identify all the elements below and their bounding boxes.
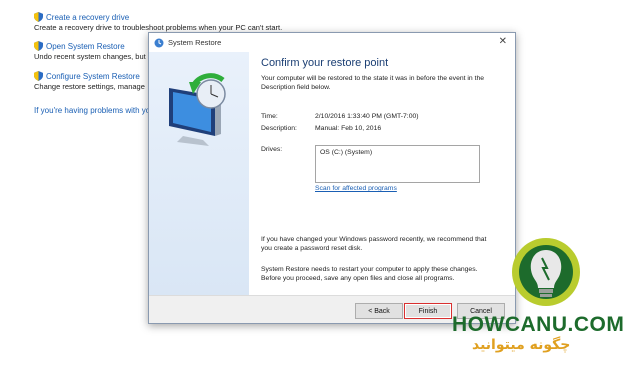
- open-system-restore-item: Open System Restore Undo recent system c…: [34, 41, 146, 61]
- close-icon[interactable]: ✕: [499, 36, 507, 47]
- howcanu-tagline: چگونه میتوانید: [472, 337, 571, 353]
- open-system-restore-link[interactable]: Open System Restore: [46, 42, 125, 51]
- system-restore-dialog: System Restore ✕ Confirm your restore po…: [148, 32, 516, 324]
- configure-system-restore-item: Configure System Restore Change restore …: [34, 71, 145, 91]
- drive-item[interactable]: OS (C:) (System): [320, 149, 372, 156]
- howcanu-brand: HOWCANU.COM: [452, 313, 625, 336]
- title-bar: System Restore ✕: [149, 33, 515, 52]
- system-restore-icon: [154, 38, 164, 47]
- time-value: 2/10/2016 1:33:40 PM (GMT-7:00): [315, 113, 419, 120]
- create-recovery-drive-link[interactable]: Create a recovery drive: [46, 13, 129, 22]
- help-link[interactable]: If you're having problems with you: [34, 106, 155, 115]
- restore-computer-icon: [169, 73, 226, 146]
- open-system-restore-desc: Undo recent system changes, but: [34, 52, 146, 61]
- dialog-heading: Confirm your restore point: [261, 57, 389, 69]
- recovery-drive-desc: Create a recovery drive to troubleshoot …: [34, 23, 283, 32]
- description-label: Description:: [261, 125, 297, 132]
- back-button[interactable]: < Back: [355, 303, 403, 319]
- drives-list[interactable]: OS (C:) (System): [315, 145, 480, 183]
- configure-system-restore-desc: Change restore settings, manage: [34, 82, 145, 91]
- scan-affected-programs-link[interactable]: Scan for affected programs: [315, 185, 397, 192]
- finish-button[interactable]: Finish: [404, 303, 452, 319]
- drives-label: Drives:: [261, 146, 283, 153]
- recovery-drive-item: Create a recovery drive Create a recover…: [34, 12, 282, 32]
- shield-icon: [34, 71, 43, 81]
- dialog-title: System Restore: [168, 38, 222, 47]
- intro-text: Your computer will be restored to the st…: [261, 75, 485, 91]
- shield-icon: [34, 41, 43, 51]
- restore-illustration-panel: [149, 52, 249, 297]
- restart-note: System Restore needs to restart your com…: [261, 266, 478, 282]
- shield-icon: [34, 12, 43, 22]
- password-note: If you have changed your Windows passwor…: [261, 236, 487, 252]
- description-value: Manual: Feb 10, 2016: [315, 125, 382, 132]
- time-label: Time:: [261, 113, 278, 120]
- configure-system-restore-link[interactable]: Configure System Restore: [46, 72, 140, 81]
